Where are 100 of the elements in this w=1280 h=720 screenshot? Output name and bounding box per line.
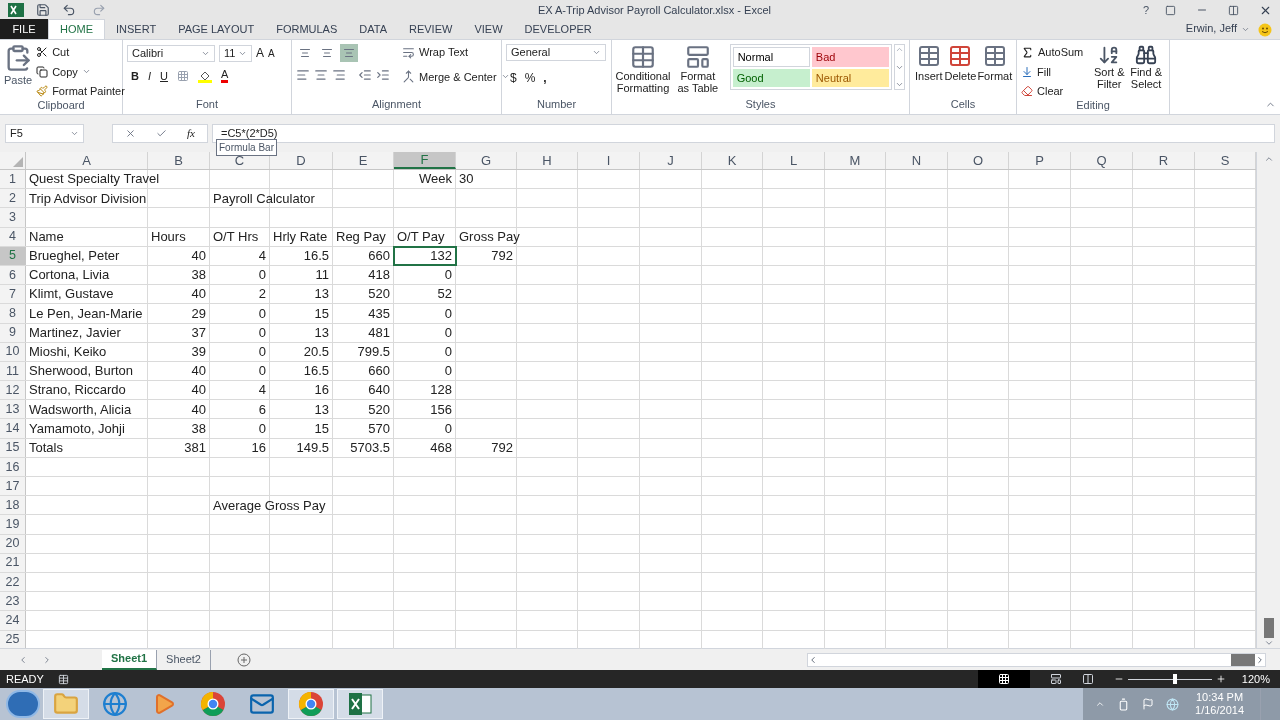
shrink-font-button[interactable]: A	[268, 45, 275, 61]
row-header[interactable]: 14	[0, 419, 26, 438]
cell-style-option[interactable]: Good	[732, 69, 810, 87]
zoom-in-icon[interactable]	[1215, 674, 1226, 684]
cell-style-option[interactable]: Bad	[811, 47, 889, 67]
currency-button[interactable]: $	[510, 69, 517, 87]
row-header[interactable]: 7	[0, 285, 26, 304]
column-header[interactable]: C	[210, 152, 270, 169]
column-header[interactable]: K	[702, 152, 763, 169]
scroll-up-icon[interactable]	[895, 45, 904, 54]
paste-button[interactable]: Paste	[4, 72, 33, 89]
sort-filter-button[interactable]: Sort & Filter	[1091, 66, 1128, 90]
save-icon[interactable]	[36, 3, 50, 17]
row-header[interactable]: 3	[0, 208, 26, 227]
row-header[interactable]: 23	[0, 592, 26, 611]
align-left-icon[interactable]	[296, 68, 310, 82]
column-header[interactable]: M	[825, 152, 886, 169]
copy-button[interactable]: Copy	[52, 63, 78, 80]
page-layout-icon[interactable]	[1049, 673, 1062, 685]
ribbon-tab[interactable]: DEVELOPER	[513, 19, 603, 39]
vertical-align-button[interactable]	[340, 44, 358, 62]
column-header[interactable]: N	[886, 152, 948, 169]
wrap-text-button[interactable]: Wrap Text	[419, 44, 469, 61]
scroll-right-icon[interactable]	[1255, 654, 1265, 665]
undo-icon[interactable]	[62, 3, 76, 17]
borders-icon[interactable]	[176, 70, 189, 83]
select-all-icon[interactable]	[13, 157, 23, 167]
scroll-thumb[interactable]	[1263, 618, 1274, 638]
row-header[interactable]: 2	[0, 189, 26, 208]
clear-button[interactable]: Clear	[1037, 83, 1064, 100]
row-header[interactable]: 8	[0, 304, 26, 323]
flag-icon[interactable]	[1142, 698, 1155, 710]
more-icon[interactable]	[895, 80, 904, 89]
grow-font-button[interactable]: A	[256, 44, 264, 62]
ribbon-tab[interactable]: INSERT	[105, 19, 168, 39]
column-header[interactable]: J	[640, 152, 702, 169]
column-header[interactable]: O	[948, 152, 1009, 169]
italic-button[interactable]: I	[147, 68, 151, 85]
start-button[interactable]	[6, 690, 40, 718]
column-header[interactable]: D	[270, 152, 333, 169]
format-as-table-button[interactable]: Format as Table	[674, 70, 722, 94]
column-header[interactable]: R	[1133, 152, 1195, 169]
formula-field[interactable]: =C5*(2*D5)	[211, 124, 1275, 143]
merge-center-button[interactable]: Merge & Center	[419, 68, 497, 85]
format-cells-button[interactable]: Format	[977, 68, 1013, 85]
ribbon-tab[interactable]: PAGE LAYOUT	[167, 19, 266, 39]
column-header[interactable]: I	[578, 152, 640, 169]
align-right-icon[interactable]	[332, 68, 346, 82]
insert-function-button[interactable]: fx	[187, 125, 195, 142]
align-center-icon[interactable]	[314, 68, 328, 82]
ribbon-tab[interactable]: VIEW	[463, 19, 514, 39]
font-color-button[interactable]: A	[220, 69, 229, 84]
find-select-button[interactable]: Find & Select	[1127, 66, 1165, 90]
next-sheet-icon[interactable]	[42, 654, 52, 665]
column-header[interactable]: B	[148, 152, 210, 169]
percent-button[interactable]: %	[524, 69, 536, 87]
ribbon-tab[interactable]: DATA	[348, 19, 398, 39]
bold-button[interactable]: B	[131, 68, 139, 85]
ribbon-tab[interactable]: REVIEW	[398, 19, 464, 39]
network-icon[interactable]	[1166, 697, 1180, 711]
taskbar-button[interactable]	[337, 689, 383, 719]
comma-button[interactable]: ,	[543, 69, 547, 87]
scroll-down-icon[interactable]	[1263, 638, 1274, 648]
cell-style-option[interactable]: Neutral	[811, 69, 889, 87]
column-header[interactable]: A	[26, 152, 148, 169]
insert-cells-button[interactable]: Insert	[915, 68, 943, 85]
previous-sheet-icon[interactable]	[18, 654, 28, 665]
font-size-field[interactable]: 11	[219, 44, 252, 62]
font-name-field[interactable]: Calibri	[127, 44, 215, 62]
underline-button[interactable]: U	[160, 68, 168, 85]
zoom-thumb[interactable]	[1172, 674, 1177, 684]
row-header[interactable]: 19	[0, 515, 26, 534]
help-button[interactable]: ?	[1142, 1, 1149, 19]
macro-icon[interactable]	[57, 673, 69, 685]
zoom-level[interactable]: 120%	[1241, 670, 1270, 688]
indent-decrease-icon[interactable]	[358, 68, 372, 82]
column-header[interactable]: L	[763, 152, 825, 169]
ribbon-tab[interactable]: FORMULAS	[265, 19, 349, 39]
name-box[interactable]: F5	[5, 124, 84, 143]
autosum-button[interactable]: AutoSum	[1038, 44, 1084, 61]
scroll-thumb[interactable]	[1231, 653, 1255, 666]
row-header[interactable]: 13	[0, 400, 26, 419]
ribbon-display-icon[interactable]	[1165, 4, 1176, 16]
conditional-formatting-button[interactable]: Conditional Formatting	[615, 70, 671, 94]
row-header[interactable]: 17	[0, 477, 26, 496]
row-header[interactable]: 24	[0, 611, 26, 630]
delete-cells-button[interactable]: Delete	[944, 68, 977, 85]
format-painter-button[interactable]: Format Painter	[52, 83, 125, 100]
sheet-tab[interactable]: Sheet1	[102, 649, 158, 670]
column-header[interactable]: H	[517, 152, 578, 169]
row-header[interactable]: 18	[0, 496, 26, 515]
normal-view-icon[interactable]	[997, 673, 1010, 685]
page-break-icon[interactable]	[1081, 673, 1094, 685]
smiley-icon[interactable]	[1258, 23, 1272, 37]
sheet-tab[interactable]: Sheet2	[157, 649, 211, 670]
indent-increase-icon[interactable]	[376, 68, 390, 82]
number-format-field[interactable]: General	[506, 44, 606, 61]
zoom-slider[interactable]	[1127, 674, 1212, 684]
restore-icon[interactable]	[1228, 4, 1239, 16]
redo-icon[interactable]	[92, 3, 106, 17]
